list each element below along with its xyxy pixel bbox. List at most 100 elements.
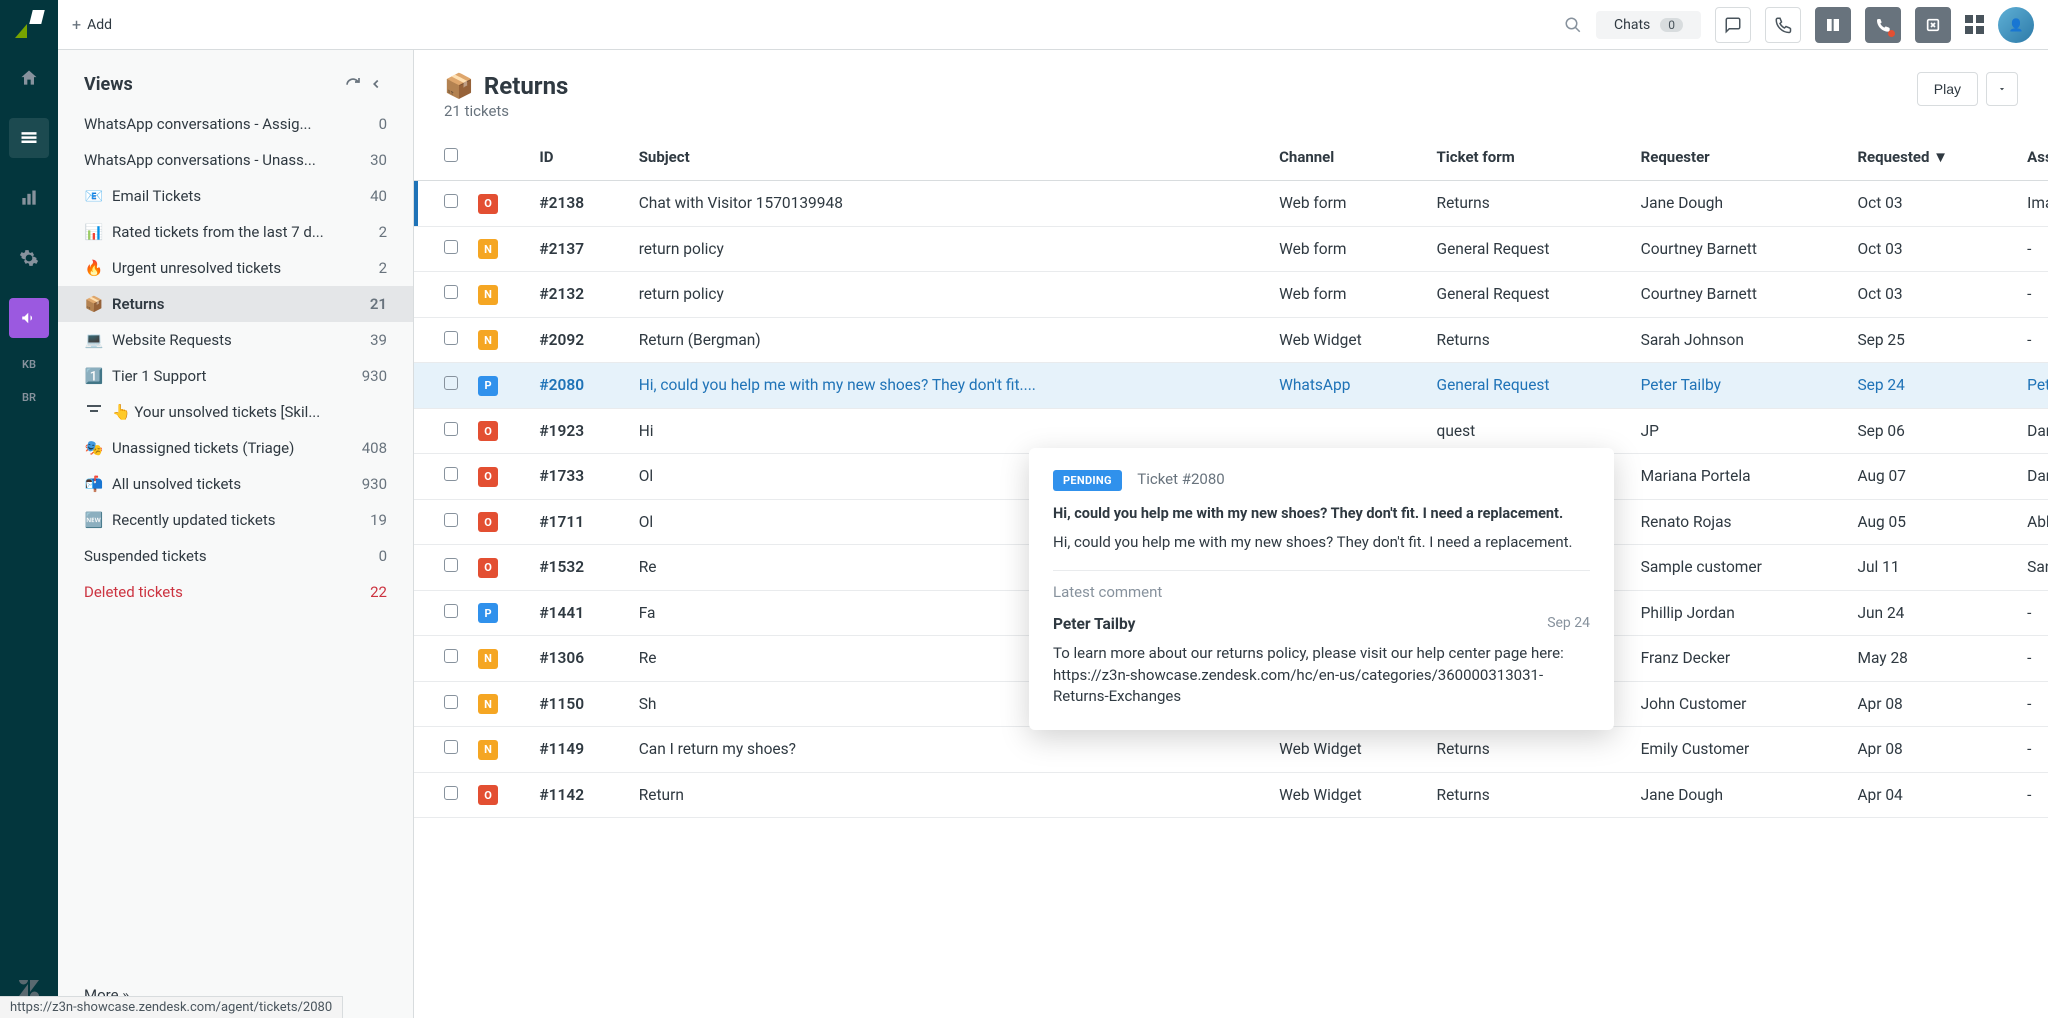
view-count: 0 (379, 115, 387, 133)
add-label: Add (87, 17, 112, 33)
view-icon: 📧 (84, 187, 104, 205)
view-item[interactable]: WhatsApp conversations - Unass...30 (58, 142, 413, 178)
row-checkbox[interactable] (444, 240, 458, 254)
view-item[interactable]: 1️⃣Tier 1 Support930 (58, 358, 413, 394)
comment-icon[interactable] (1715, 7, 1751, 43)
view-item[interactable]: 📬All unsolved tickets930 (58, 466, 413, 502)
phone-icon[interactable] (1765, 7, 1801, 43)
status-badge: O (478, 512, 498, 532)
column-header[interactable]: Assigne (2017, 138, 2048, 181)
ticket-row[interactable]: O#1142ReturnWeb WidgetReturnsJane DoughA… (414, 772, 2048, 818)
column-header[interactable]: Channel (1269, 138, 1426, 181)
view-name: Unassigned tickets (Triage) (112, 439, 362, 457)
play-menu[interactable] (1986, 72, 2018, 106)
status-badge: N (478, 649, 498, 669)
nav-reports[interactable] (9, 178, 49, 218)
collapse-icon[interactable] (365, 73, 387, 95)
refresh-icon[interactable] (341, 72, 365, 96)
view-icon: 🆕 (84, 511, 104, 529)
play-button[interactable]: Play (1917, 72, 1978, 106)
nav-br[interactable]: BR (22, 391, 36, 404)
row-checkbox[interactable] (444, 604, 458, 618)
user-avatar[interactable]: 👤 (1998, 7, 2034, 43)
select-all-checkbox[interactable] (444, 148, 458, 162)
ticket-row[interactable]: N#2132return policyWeb formGeneral Reque… (414, 272, 2048, 318)
view-count: 19 (370, 511, 387, 529)
plus-icon: + (72, 15, 81, 34)
view-count: 39 (370, 331, 387, 349)
view-icon (84, 403, 104, 421)
add-button[interactable]: + Add (72, 15, 112, 34)
chats-count: 0 (1660, 18, 1683, 32)
nav-announce[interactable] (9, 298, 49, 338)
view-icon: 🎭 (84, 439, 104, 457)
row-checkbox[interactable] (444, 331, 458, 345)
view-item[interactable]: 💻Website Requests39 (58, 322, 413, 358)
ticket-row[interactable]: N#2137return policyWeb formGeneral Reque… (414, 226, 2048, 272)
view-count: 2 (379, 259, 387, 277)
search-icon[interactable] (1564, 16, 1582, 34)
row-checkbox[interactable] (444, 558, 458, 572)
ticket-row[interactable]: N#1149Can I return my shoes?Web WidgetRe… (414, 727, 2048, 773)
view-name: Urgent unresolved tickets (112, 259, 379, 277)
view-name: Email Tickets (112, 187, 370, 205)
view-count: 930 (362, 367, 387, 385)
apps-icon[interactable] (1965, 15, 1984, 34)
view-item[interactable]: 👆 Your unsolved tickets [Skil... (58, 394, 413, 430)
column-header[interactable]: ID (529, 138, 628, 181)
tickets-panel: 📦 Returns 21 tickets Play IDSubjectChann… (414, 50, 2048, 1018)
ticket-preview-card: PENDING Ticket #2080 Hi, could you help … (1029, 448, 1614, 730)
row-checkbox[interactable] (444, 467, 458, 481)
row-checkbox[interactable] (444, 422, 458, 436)
column-header[interactable]: Subject (629, 138, 1269, 181)
column-header[interactable] (414, 138, 468, 181)
view-name: 👆 Your unsolved tickets [Skil... (112, 403, 387, 421)
panel-icon[interactable] (1815, 7, 1851, 43)
row-checkbox[interactable] (444, 649, 458, 663)
talk-icon[interactable] (1865, 7, 1901, 43)
status-bar: https://z3n-showcase.zendesk.com/agent/t… (0, 996, 343, 1018)
view-name: Suspended tickets (84, 547, 379, 565)
status-badge: N (478, 285, 498, 305)
view-item[interactable]: 🔥Urgent unresolved tickets2 (58, 250, 413, 286)
view-name: WhatsApp conversations - Assig... (84, 115, 379, 133)
view-item[interactable]: Deleted tickets22 (58, 574, 413, 610)
view-item[interactable]: 🆕Recently updated tickets19 (58, 502, 413, 538)
view-item[interactable]: 📦Returns21 (58, 286, 413, 322)
row-checkbox[interactable] (444, 695, 458, 709)
column-header[interactable]: Requester (1631, 138, 1848, 181)
view-item[interactable]: 📊Rated tickets from the last 7 d...2 (58, 214, 413, 250)
view-icon: 1️⃣ (84, 367, 104, 385)
nav-home[interactable] (9, 58, 49, 98)
column-header[interactable]: Ticket form (1427, 138, 1631, 181)
view-item[interactable]: Suspended tickets0 (58, 538, 413, 574)
row-checkbox[interactable] (444, 194, 458, 208)
ticket-row[interactable]: O#1923HiquestJPSep 06Daniel Ru (414, 408, 2048, 454)
row-checkbox[interactable] (444, 513, 458, 527)
view-item[interactable]: 📧Email Tickets40 (58, 178, 413, 214)
view-count: 30 (370, 151, 387, 169)
status-badge: N (478, 740, 498, 760)
chats-button[interactable]: Chats 0 (1596, 11, 1701, 39)
nav-views[interactable] (9, 118, 49, 158)
column-header[interactable]: Requested ▼ (1847, 138, 2017, 181)
row-checkbox[interactable] (444, 786, 458, 800)
ticket-row[interactable]: P#2080Hi, could you help me with my new … (414, 363, 2048, 409)
row-checkbox[interactable] (444, 376, 458, 390)
view-item[interactable]: WhatsApp conversations - Assig...0 (58, 106, 413, 142)
status-badge: N (478, 330, 498, 350)
view-item[interactable]: 🎭Unassigned tickets (Triage)408 (58, 430, 413, 466)
nav-kb[interactable]: KB (22, 358, 36, 371)
app-logo[interactable] (15, 10, 43, 38)
view-icon: 📦 (84, 295, 104, 313)
ticket-row[interactable]: N#2092Return (Bergman)Web WidgetReturnsS… (414, 317, 2048, 363)
column-header[interactable] (468, 138, 529, 181)
views-sidebar: Views WhatsApp conversations - Assig...0… (58, 50, 414, 1018)
page-icon: 📦 (444, 72, 474, 100)
nav-settings[interactable] (9, 238, 49, 278)
close-panel-icon[interactable] (1915, 7, 1951, 43)
view-name: Rated tickets from the last 7 d... (112, 223, 379, 241)
ticket-row[interactable]: O#2138Chat with Visitor 1570139948Web fo… (414, 181, 2048, 227)
row-checkbox[interactable] (444, 285, 458, 299)
row-checkbox[interactable] (444, 740, 458, 754)
